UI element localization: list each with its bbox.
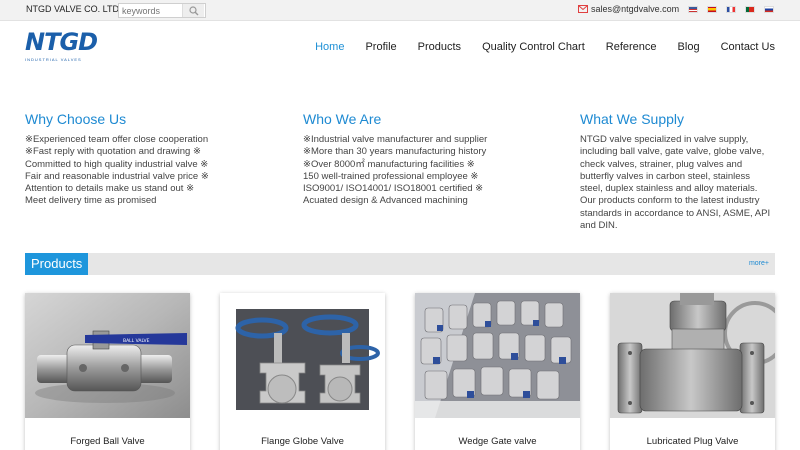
section-text: ※Experienced team offer close cooperatio… <box>25 134 209 207</box>
products-header-bar: Products more+ <box>25 253 775 275</box>
lubricated-plug-valve-photo[interactable] <box>610 293 775 418</box>
nav-blog[interactable]: Blog <box>678 41 700 53</box>
product-name[interactable]: Forged Ball Valve <box>25 436 190 447</box>
why-choose-us-section: Why Choose Us ※Experienced team offer cl… <box>25 111 225 208</box>
product-card[interactable]: BALL VALVE Forged Ball Valve <box>25 293 190 450</box>
flange-globe-valve-photo[interactable] <box>220 293 385 418</box>
nav-quality-control-chart[interactable]: Quality Control Chart <box>482 41 585 53</box>
product-card[interactable]: Wedge Gate valve <box>415 293 580 450</box>
forged-ball-valve-photo[interactable]: BALL VALVE <box>25 293 190 418</box>
what-we-supply-section: What We Supply NTGD valve specialized in… <box>580 111 780 232</box>
search-button[interactable] <box>182 4 204 17</box>
fr-flag-icon[interactable] <box>726 6 736 13</box>
ru-flag-icon[interactable] <box>764 6 774 13</box>
logo-subtitle: INDUSTRIAL VALVES <box>25 57 82 62</box>
pt-flag-icon[interactable] <box>745 6 755 13</box>
wedge-gate-valve-photo[interactable] <box>415 293 580 418</box>
ball-valve-tag-text: BALL VALVE <box>123 338 150 344</box>
more-link[interactable]: more+ <box>749 260 769 267</box>
nav-products[interactable]: Products <box>418 41 461 53</box>
es-flag-icon[interactable] <box>707 6 717 13</box>
nav-reference[interactable]: Reference <box>606 41 657 53</box>
site-logo[interactable]: NTGD INDUSTRIAL VALVES <box>25 30 105 64</box>
main-nav: Home Profile Products Quality Control Ch… <box>294 41 775 53</box>
nav-home[interactable]: Home <box>315 41 344 53</box>
email-link[interactable]: sales@ntgdvalve.com <box>578 4 679 14</box>
section-text: NTGD valve specialized in valve supply, … <box>580 134 771 232</box>
language-flags <box>688 6 783 13</box>
section-heading: Why Choose Us <box>25 111 127 127</box>
nav-contact-us[interactable]: Contact Us <box>721 41 775 53</box>
who-we-are-section: Who We Are ※Industrial valve manufacture… <box>303 111 503 208</box>
logo-text: NTGD <box>25 28 98 56</box>
product-card[interactable]: Lubricated Plug Valve <box>610 293 775 450</box>
search-icon <box>189 6 199 16</box>
product-name[interactable]: Wedge Gate valve <box>415 436 580 447</box>
search-box <box>118 3 206 18</box>
email-text: sales@ntgdvalve.com <box>591 4 680 14</box>
section-heading: What We Supply <box>580 111 685 127</box>
us-flag-icon[interactable] <box>688 6 698 13</box>
product-card[interactable]: Flange Globe Valve <box>220 293 385 450</box>
company-name: NTGD VALVE CO. LTD <box>26 4 120 14</box>
section-heading: Who We Are <box>303 111 382 127</box>
section-text: ※Industrial valve manufacturer and suppl… <box>303 134 488 207</box>
mail-icon <box>578 5 588 13</box>
products-title: Products <box>25 253 89 275</box>
search-input[interactable] <box>119 4 183 17</box>
top-bar: NTGD VALVE CO. LTD sales@ntgdvalve.com <box>0 0 800 21</box>
nav-profile[interactable]: Profile <box>365 41 396 53</box>
product-name[interactable]: Lubricated Plug Valve <box>610 436 775 447</box>
product-name[interactable]: Flange Globe Valve <box>220 436 385 447</box>
